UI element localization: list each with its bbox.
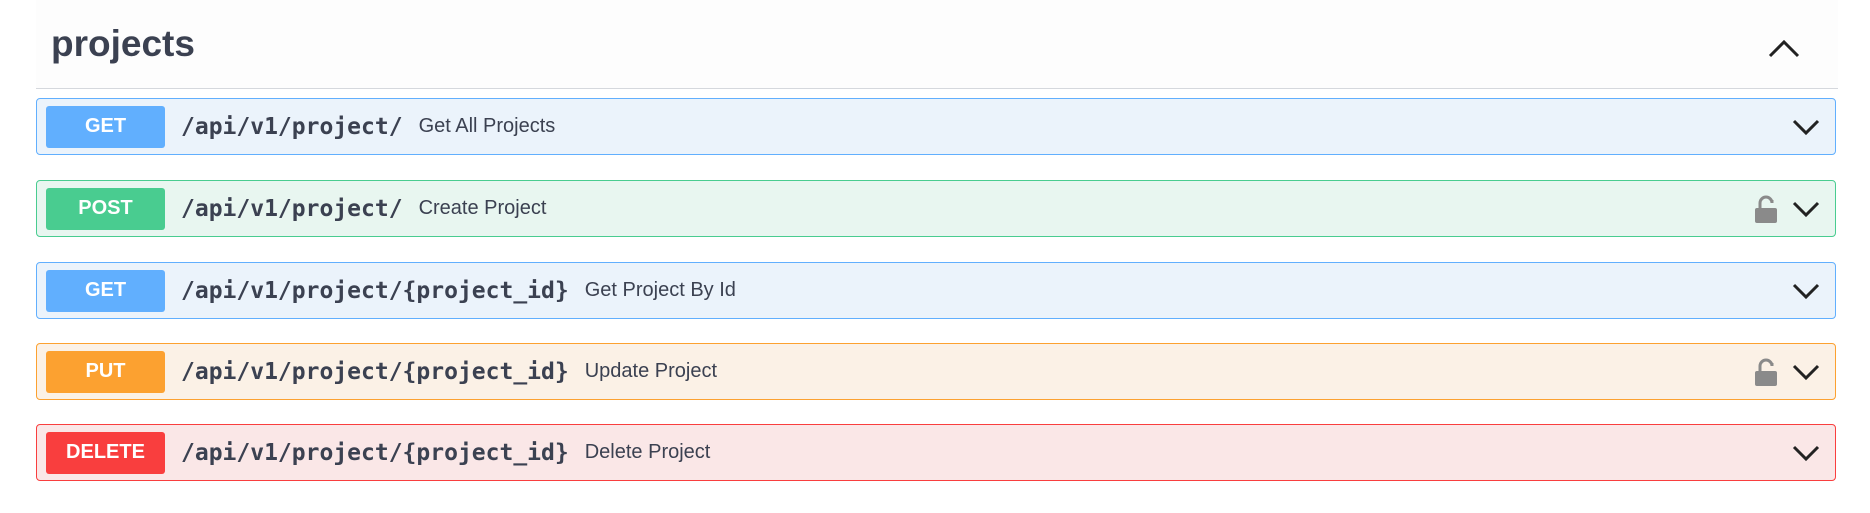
chevron-down-icon[interactable] [1791, 197, 1821, 221]
operation-create-project[interactable]: POST /api/v1/project/ Create Project [36, 180, 1836, 237]
lock-icon[interactable] [1753, 357, 1779, 387]
operation-path: /api/v1/project/{project_id} [181, 358, 569, 385]
operation-path: /api/v1/project/{project_id} [181, 277, 569, 304]
operation-get-all-projects[interactable]: GET /api/v1/project/ Get All Projects [36, 98, 1836, 155]
tag-header[interactable]: projects [36, 0, 1838, 89]
operation-summary: Delete Project [584, 441, 711, 463]
tag-title: projects [51, 23, 195, 64]
operation-summary: Create Project [418, 197, 547, 219]
operation-summary: Get All Projects [418, 115, 556, 137]
tag-section-projects: projects GET /api/v1/project/ Get All Pr… [36, 0, 1838, 481]
method-badge: GET [46, 269, 165, 312]
operation-get-project-by-id[interactable]: GET /api/v1/project/{project_id} Get Pro… [36, 262, 1836, 319]
operation-delete-project[interactable]: DELETE /api/v1/project/{project_id} Dele… [36, 424, 1836, 481]
operation-summary: Get Project By Id [584, 279, 736, 301]
operation-update-project[interactable]: PUT /api/v1/project/{project_id} Update … [36, 343, 1836, 400]
method-badge: DELETE [46, 431, 165, 474]
operation-path: /api/v1/project/ [181, 113, 403, 140]
method-badge: GET [46, 105, 165, 148]
lock-icon[interactable] [1753, 194, 1779, 224]
operation-path: /api/v1/project/ [181, 195, 403, 222]
operation-path: /api/v1/project/{project_id} [181, 439, 569, 466]
chevron-up-icon[interactable] [1766, 34, 1802, 62]
method-badge: POST [46, 187, 165, 230]
chevron-down-icon[interactable] [1791, 441, 1821, 465]
chevron-down-icon[interactable] [1791, 360, 1821, 384]
method-badge: PUT [46, 350, 165, 393]
operation-summary: Update Project [584, 360, 718, 382]
chevron-down-icon[interactable] [1791, 279, 1821, 303]
chevron-down-icon[interactable] [1791, 115, 1821, 139]
